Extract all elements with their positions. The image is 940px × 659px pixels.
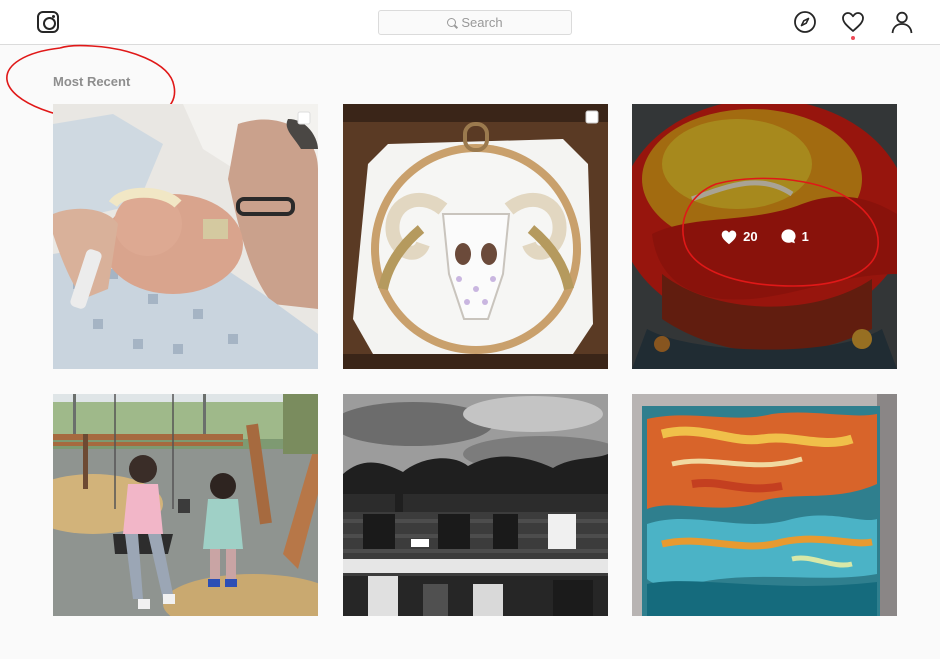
profile-icon[interactable] [890, 10, 914, 34]
compass-icon[interactable] [793, 10, 817, 34]
search-input[interactable]: Search [378, 10, 572, 35]
like-count: 20 [743, 229, 758, 244]
search-placeholder: Search [461, 15, 503, 30]
post-thumbnail[interactable]: 20 1 [632, 104, 897, 369]
post-thumbnail[interactable] [53, 394, 318, 659]
post-thumbnail[interactable] [53, 104, 318, 369]
like-icon [721, 229, 737, 244]
search-icon [447, 18, 457, 27]
post-hover-overlay: 20 1 [632, 104, 897, 369]
top-navigation-bar: Search [0, 0, 940, 45]
post-thumbnail[interactable] [632, 394, 897, 659]
section-title: Most Recent [53, 74, 131, 89]
post-thumbnail[interactable] [343, 394, 608, 659]
comment-count: 1 [801, 229, 809, 244]
activity-notification-dot [851, 36, 855, 40]
heart-icon[interactable] [841, 10, 865, 34]
instagram-logo-icon[interactable] [37, 11, 59, 33]
comment-icon [781, 229, 796, 244]
post-thumbnail[interactable] [343, 104, 608, 369]
